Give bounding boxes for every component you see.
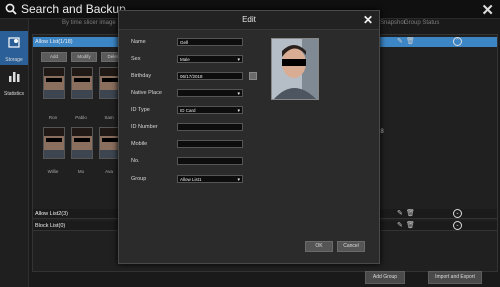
face-name: Ron	[48, 115, 58, 120]
face-thumbnail[interactable]	[71, 67, 93, 99]
id-type-select[interactable]: ID Card ▾	[177, 106, 243, 114]
sex-select[interactable]: Male ▾	[177, 55, 243, 63]
edit-icon[interactable]: ✎	[397, 37, 403, 45]
chevron-down-icon: ▾	[237, 177, 240, 183]
calendar-icon[interactable]	[249, 72, 257, 80]
face-thumbnail[interactable]	[71, 127, 93, 159]
field-label: Name	[131, 39, 146, 45]
sidebar: Storage Statistics	[0, 19, 29, 287]
field-label: Native Place	[131, 90, 162, 96]
dialog-title: Edit	[119, 11, 379, 30]
sidebar-item-label: Statistics	[3, 91, 24, 97]
chevron-down-icon: ▾	[237, 108, 240, 114]
number-field[interactable]	[177, 157, 243, 165]
delete-icon[interactable]: 🗑	[406, 221, 415, 229]
add-group-button[interactable]: Add Group	[365, 271, 405, 284]
search-icon	[5, 3, 17, 15]
import-export-button[interactable]: Import and Export	[428, 271, 482, 284]
add-button[interactable]: Add	[41, 52, 67, 62]
birthday-field[interactable]: 06/17/2018	[177, 72, 243, 80]
face-name: Pablo	[75, 115, 87, 120]
chevron-down-icon: ▾	[237, 57, 240, 63]
edit-dialog: Edit ✕ Name Gell Sex Male ▾ Birthday 06/…	[118, 10, 380, 264]
edit-icon[interactable]: ✎	[397, 209, 403, 217]
group-label: Allow List(1/18)	[35, 39, 73, 45]
bar-chart-icon	[9, 72, 20, 82]
face-name: Mo	[77, 169, 85, 174]
field-label: No.	[131, 158, 140, 164]
field-label: ID Type	[131, 107, 150, 113]
face-name: Willie	[47, 169, 59, 174]
expand-icon[interactable]: ⌄	[453, 221, 462, 230]
group-label: Allow List2(3)	[35, 211, 69, 217]
delete-icon[interactable]: 🗑	[406, 37, 415, 45]
sidebar-item-storage[interactable]: Storage	[0, 31, 28, 65]
group-label: Block List(0)	[35, 223, 66, 229]
native-place-select[interactable]: ▾	[177, 89, 243, 97]
close-icon[interactable]: ✕	[481, 1, 494, 19]
id-number-field[interactable]	[177, 123, 243, 131]
chevron-down-icon: ▾	[237, 91, 240, 97]
close-icon[interactable]: ✕	[363, 13, 373, 27]
tab-time-slicer[interactable]: By time slicer image	[62, 20, 116, 26]
field-label: ID Number	[131, 124, 158, 130]
ok-button[interactable]: OK	[305, 241, 333, 252]
expand-icon[interactable]: ⌄	[453, 209, 462, 218]
field-label: Birthday	[131, 73, 152, 79]
edit-icon[interactable]: ✎	[397, 221, 403, 229]
portrait-image	[272, 39, 318, 99]
collapse-icon[interactable]: ⌃	[453, 37, 462, 46]
sidebar-item-label: Storage	[5, 57, 23, 63]
sidebar-item-statistics[interactable]: Statistics	[0, 65, 28, 99]
cancel-button[interactable]: Cancel	[337, 241, 365, 252]
field-label: Mobile	[131, 141, 148, 147]
field-label: Group	[131, 176, 147, 182]
app-title: Search and Backup	[21, 2, 126, 16]
storage-icon	[8, 37, 20, 48]
name-field[interactable]: Gell	[177, 38, 243, 46]
face-thumbnail[interactable]	[43, 67, 65, 99]
tab-group-status[interactable]: Group Status	[404, 20, 439, 26]
mobile-field[interactable]	[177, 140, 243, 148]
face-thumbnail[interactable]	[43, 127, 65, 159]
field-label: Sex	[131, 56, 141, 62]
delete-icon[interactable]: 🗑	[406, 209, 415, 217]
group-select[interactable]: Allow List1 ▾	[177, 175, 243, 183]
face-photo[interactable]	[271, 38, 319, 100]
modify-button[interactable]: Modify	[71, 52, 97, 62]
tab-snapshot[interactable]: Snapshot	[380, 20, 405, 26]
